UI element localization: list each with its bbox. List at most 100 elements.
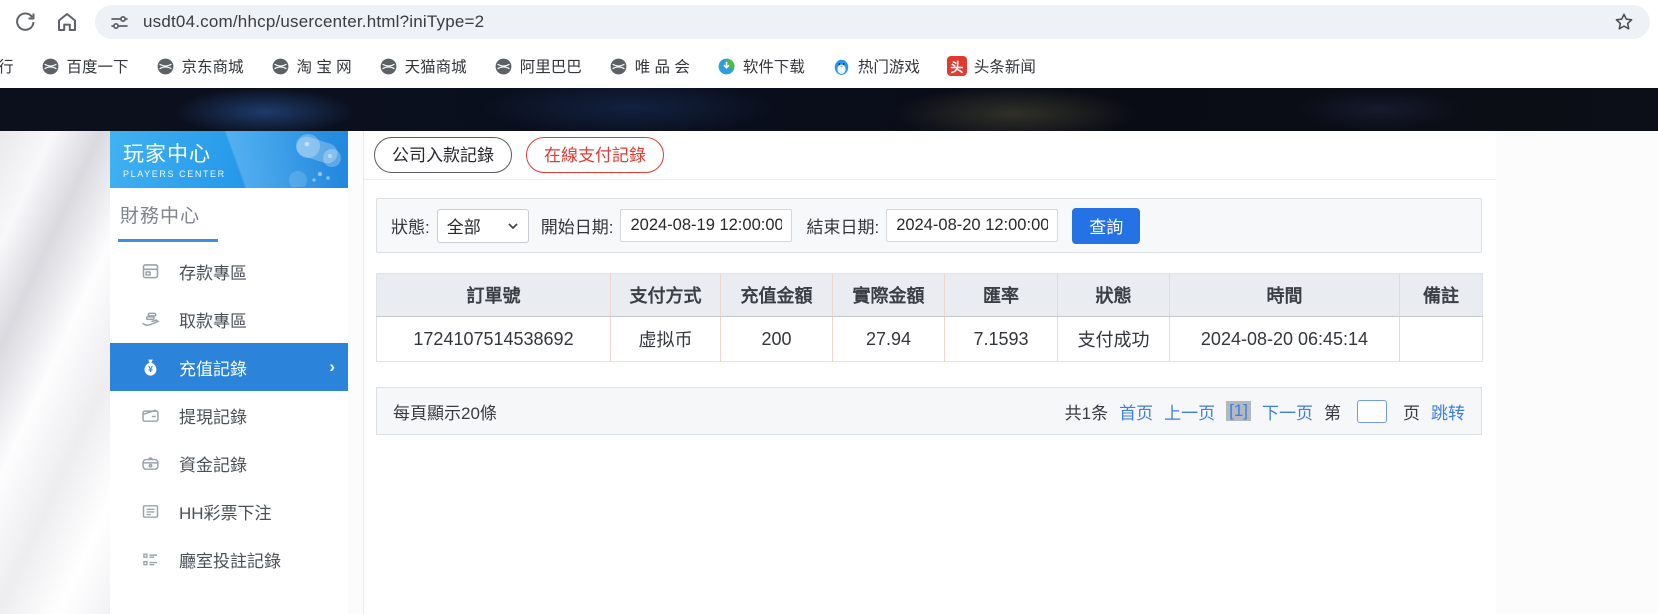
browser-window: usdt04.com/hhcp/usercenter.html?iniType=…	[0, 0, 1658, 614]
bookmark-label: 京东商城	[181, 59, 244, 76]
globe-favicon-icon	[494, 57, 513, 76]
home-icon[interactable]	[55, 10, 79, 34]
sidebar-item-label: 廳室投註記錄	[179, 551, 281, 571]
col-payment-method: 支付方式	[610, 273, 721, 317]
sidebar-item-funds-records[interactable]: 資金記錄	[110, 439, 348, 487]
chevron-right-icon: ›	[329, 357, 335, 376]
jump-go-link[interactable]: 跳转	[1431, 399, 1465, 424]
main-panel: 公司入款記錄 在線支付記錄 狀態: 全部 開始日期: 結束日期: 查詢	[363, 131, 1496, 614]
start-date-label: 開始日期:	[540, 218, 614, 237]
cell-actual-amount: 27.94	[832, 316, 945, 362]
penguin-favicon-icon	[832, 57, 851, 76]
bookmark-label: 热门游戏	[857, 59, 920, 76]
players-center-subtitle: PLAYERS CENTER	[123, 169, 226, 179]
site-info-icon[interactable]	[109, 12, 130, 33]
next-page-link[interactable]: 下一页	[1262, 399, 1313, 424]
sidebar: 玩家中心 PLAYERS CENTER 財務中心 存款專區 取款專區 ¥ 充值記…	[110, 131, 348, 614]
bookmark-item-hot-games[interactable]: 热门游戏	[832, 55, 920, 77]
globe-favicon-icon	[609, 57, 628, 76]
bookmark-item-tmall[interactable]: 天猫商城	[379, 55, 467, 77]
records-list-icon	[140, 549, 161, 570]
cell-exchange-rate: 7.1593	[944, 316, 1058, 362]
purse-icon	[140, 453, 161, 474]
first-page-link[interactable]: 首页	[1119, 399, 1153, 424]
prev-page-link[interactable]: 上一页	[1164, 399, 1215, 424]
sidebar-item-deposit-zone[interactable]: 存款專區	[110, 247, 348, 295]
table-row: 1724107514538692 虚拟币 200 27.94 7.1593 支付…	[376, 316, 1483, 362]
bookmark-item-taobao[interactable]: 淘 宝 网	[271, 55, 352, 77]
withdraw-hand-icon	[140, 309, 161, 330]
svg-text:¥: ¥	[148, 363, 153, 373]
browser-toolbar: usdt04.com/hhcp/usercenter.html?iniType=…	[0, 0, 1658, 44]
bookmark-item-software-download[interactable]: 软件下载	[717, 55, 805, 77]
bookmark-label: 头条新闻	[973, 59, 1036, 76]
bookmark-label: 天猫商城	[404, 59, 467, 76]
col-time: 時間	[1169, 273, 1400, 317]
toutiao-favicon-icon: 头	[946, 56, 967, 76]
sidebar-item-withdrawal-records[interactable]: 提現記錄	[110, 391, 348, 439]
query-button[interactable]: 查詢	[1072, 207, 1141, 244]
bookmark-item-partial[interactable]: 行	[0, 55, 14, 77]
url-text: usdt04.com/hhcp/usercenter.html?iniType=…	[143, 12, 485, 31]
bookmark-item-baidu[interactable]: 百度一下	[41, 55, 129, 77]
sidebar-item-label: HH彩票下注	[179, 503, 272, 523]
col-status: 狀態	[1057, 273, 1170, 317]
bookmark-label: 阿里巴巴	[519, 59, 582, 76]
sidebar-header: 玩家中心 PLAYERS CENTER	[110, 131, 348, 188]
sidebar-item-label: 取款專區	[179, 311, 247, 331]
globe-favicon-icon	[271, 57, 290, 76]
pagination-bar: 每頁顯示20條 共1条 首页 上一页 [1] 下一页 第 页 跳转	[376, 387, 1482, 435]
page-body: 玩家中心 PLAYERS CENTER 財務中心 存款專區 取款專區 ¥ 充值記…	[0, 131, 1658, 614]
current-page-indicator[interactable]: [1]	[1226, 401, 1251, 421]
bookmark-label: 唯 品 会	[634, 59, 690, 76]
sidebar-item-room-bet-records[interactable]: 廳室投註記錄	[110, 535, 348, 583]
status-select[interactable]: 全部	[436, 208, 529, 243]
page-size-text: 每頁顯示20條	[393, 403, 497, 423]
bookmarks-bar: 行 百度一下 京东商城 淘 宝 网 天猫商城 阿里巴巴 唯 品 会 软件下载 热…	[0, 44, 1658, 88]
background-decor	[0, 131, 112, 614]
download-favicon-icon	[717, 57, 736, 76]
jump-page-input[interactable]	[1357, 399, 1387, 423]
section-title-finance-center: 財務中心	[120, 206, 201, 227]
bookmark-label: 行	[0, 59, 14, 76]
sidebar-item-hh-lottery-bets[interactable]: HH彩票下注	[110, 487, 348, 535]
tab-online-payment-records[interactable]: 在線支付記錄	[526, 137, 664, 173]
col-actual-amount: 實際金額	[832, 273, 945, 317]
players-center-title: 玩家中心	[123, 143, 211, 166]
status-select-value: 全部	[446, 218, 481, 237]
bookmark-label: 淘 宝 网	[296, 59, 352, 76]
wallet-icon	[140, 405, 161, 426]
col-order-no: 訂單號	[376, 273, 611, 317]
globe-favicon-icon	[41, 57, 60, 76]
jump-suffix-text: 页	[1403, 403, 1420, 423]
cell-time: 2024-08-20 06:45:14	[1169, 316, 1400, 362]
cell-order-no: 1724107514538692	[376, 316, 611, 362]
tab-company-deposit-records[interactable]: 公司入款記錄	[374, 137, 512, 173]
bookmark-star-icon[interactable]	[1613, 11, 1635, 33]
col-exchange-rate: 匯率	[944, 273, 1058, 317]
bookmark-item-vip[interactable]: 唯 品 会	[609, 55, 690, 77]
url-bar[interactable]: usdt04.com/hhcp/usercenter.html?iniType=…	[95, 5, 1650, 39]
col-remark: 備註	[1399, 273, 1483, 317]
gamepad-icon	[289, 134, 341, 187]
globe-favicon-icon	[379, 57, 398, 76]
page-hero-banner	[0, 88, 1658, 131]
bookmark-item-toutiao-news[interactable]: 头 头条新闻	[946, 55, 1036, 77]
chevron-down-icon	[508, 222, 518, 229]
total-count-text: 共1条	[1064, 403, 1109, 423]
sidebar-item-withdraw-zone[interactable]: 取款專區	[110, 295, 348, 343]
sidebar-item-label: 存款專區	[179, 263, 247, 283]
bookmark-item-alibaba[interactable]: 阿里巴巴	[494, 55, 582, 77]
reload-icon[interactable]	[13, 10, 37, 34]
money-bag-icon: ¥	[140, 357, 161, 378]
cell-remark	[1399, 316, 1483, 362]
bookmark-item-jd[interactable]: 京东商城	[156, 55, 244, 77]
sidebar-menu: 存款專區 取款專區 ¥ 充值記錄 › 提現記錄 資金記錄 HH彩票下注 廳室投註…	[110, 247, 348, 583]
start-date-input[interactable]	[620, 209, 793, 242]
col-recharge-amount: 充值金額	[720, 273, 833, 317]
sidebar-item-label: 充值記錄	[179, 359, 247, 379]
sidebar-item-label: 資金記錄	[179, 455, 247, 475]
end-date-input[interactable]	[886, 209, 1059, 242]
sidebar-item-recharge-records[interactable]: ¥ 充值記錄 ›	[110, 343, 348, 391]
jump-prefix-text: 第	[1324, 403, 1341, 423]
